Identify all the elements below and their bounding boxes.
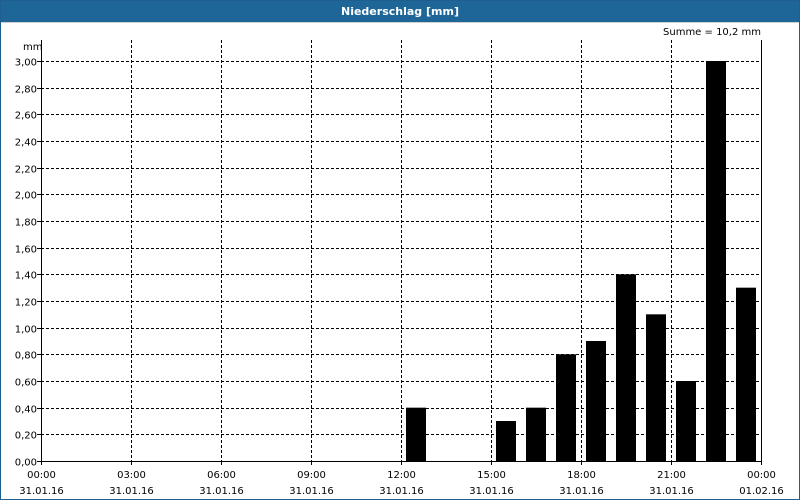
precip-bar	[646, 314, 666, 461]
x-tick-time-label: 00:00	[747, 470, 776, 481]
y-tick-label: 1,20	[15, 298, 37, 309]
x-tick-time-label: 21:00	[657, 470, 686, 481]
x-tick-date-label: 31.01.16	[19, 486, 64, 497]
y-tick-label: 2,00	[15, 191, 37, 202]
x-tick-date-label: 31.01.16	[559, 486, 604, 497]
precip-bar	[556, 354, 576, 461]
precip-bar	[406, 407, 426, 461]
precip-bar	[616, 274, 636, 461]
y-tick-label: 0,40	[15, 405, 37, 416]
y-tick-label: 0,00	[15, 458, 37, 469]
precip-bar	[676, 381, 696, 461]
x-tick-date-label: 01.02.16	[739, 486, 784, 497]
precip-bar	[496, 421, 516, 461]
y-tick-label: 3,00	[15, 58, 37, 69]
y-tick-label: 1,80	[15, 218, 37, 229]
y-tick-label: 2,60	[15, 111, 37, 122]
y-tick-label: 0,60	[15, 378, 37, 389]
y-tick-label: 2,80	[15, 85, 37, 96]
x-tick-time-label: 09:00	[297, 470, 326, 481]
precip-bar	[706, 61, 726, 461]
y-tick-label: 0,80	[15, 351, 37, 362]
x-tick-time-label: 12:00	[387, 470, 416, 481]
y-tick-label: 2,40	[15, 138, 37, 149]
x-tick-time-label: 06:00	[207, 470, 236, 481]
x-tick-labels: 00:00 31.01.16 03:00 31.01.16 06:00 31.01.16 0…	[19, 470, 784, 497]
x-tick-date-label: 31.01.16	[289, 486, 334, 497]
precip-bar	[586, 341, 606, 461]
y-tick-label: 1,40	[15, 271, 37, 282]
x-tick-date-label: 31.01.16	[199, 486, 244, 497]
x-tick-time-label: 15:00	[477, 470, 506, 481]
x-tick-date-label: 31.01.16	[109, 486, 154, 497]
precipitation-chart: 0,00 0,20 0,40 0,60 0,80 1,00 1,20 1,40 1,60 1,80…	[15, 40, 784, 497]
x-tick-date-label: 31.01.16	[469, 486, 514, 497]
y-tick-label: 1,60	[15, 245, 37, 256]
y-tick-labels: 0,00 0,20 0,40 0,60 0,80 1,00 1,20 1,40 1,60 1,80…	[15, 58, 37, 469]
x-tick-time-label: 00:00	[27, 470, 56, 481]
x-tick-date-label: 31.01.16	[649, 486, 694, 497]
y-tick-label: 1,00	[15, 325, 37, 336]
y-tick-label: 0,20	[15, 431, 37, 442]
y-tick-label: 2,20	[15, 165, 37, 176]
x-tick-time-label: 18:00	[567, 470, 596, 481]
x-tick-date-label: 31.01.16	[379, 486, 424, 497]
precip-bar	[736, 287, 756, 461]
precip-bar	[526, 407, 546, 461]
x-tick-time-label: 03:00	[117, 470, 146, 481]
